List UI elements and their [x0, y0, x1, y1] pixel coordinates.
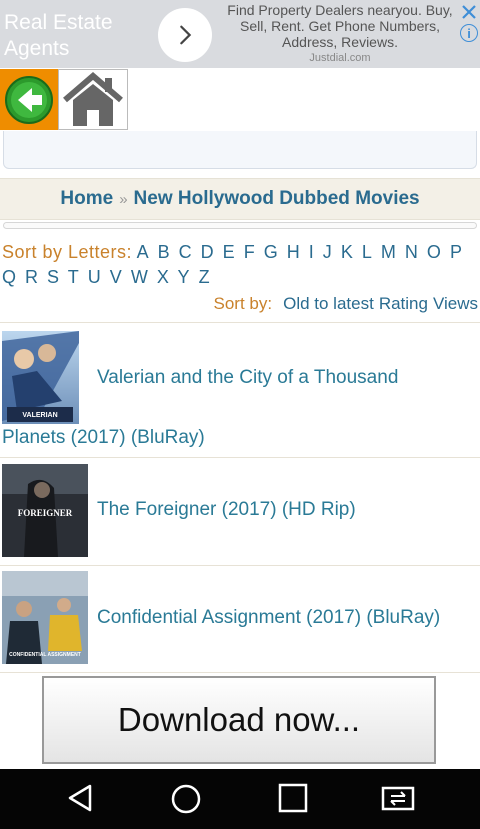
sort-views[interactable]: Views — [433, 294, 478, 313]
letter-link-m[interactable]: M — [381, 242, 397, 262]
home-circle-icon[interactable] — [170, 783, 202, 815]
letter-link-c[interactable]: C — [179, 242, 193, 262]
letter-link-t[interactable]: T — [68, 267, 80, 287]
back-triangle-icon[interactable] — [66, 783, 96, 813]
letter-link-g[interactable]: G — [264, 242, 279, 262]
movie-poster[interactable]: CONFIDENTIAL ASSIGNMENT — [2, 571, 88, 664]
letter-link-s[interactable]: S — [47, 267, 60, 287]
letter-link-y[interactable]: Y — [178, 267, 191, 287]
letter-link-b[interactable]: B — [158, 242, 171, 262]
ad-banner[interactable]: Real Estate Agents Find Property Dealers… — [0, 0, 480, 68]
letter-link-o[interactable]: O — [427, 242, 442, 262]
ad-description-text: Find Property Dealers nearyou. Buy, Sell… — [227, 2, 453, 50]
divider — [0, 457, 480, 458]
letter-link-r[interactable]: R — [25, 267, 39, 287]
letter-link-j[interactable]: J — [323, 242, 333, 262]
letter-link-d[interactable]: D — [201, 242, 215, 262]
poster-image: CONFIDENTIAL ASSIGNMENT — [2, 571, 88, 664]
close-icon[interactable] — [460, 2, 478, 22]
breadcrumb-separator: » — [119, 190, 128, 208]
home-icon — [63, 71, 123, 126]
poster-image: FOREIGNER — [2, 464, 88, 557]
letter-link-f[interactable]: F — [244, 242, 256, 262]
sort-by-letters: Sort by Letters: A B C D E F G H I J K L… — [2, 240, 478, 290]
info-icon[interactable]: i — [460, 24, 478, 42]
breadcrumb-home-link[interactable]: Home — [60, 188, 113, 210]
chevron-right-icon — [180, 25, 192, 45]
switch-window-icon[interactable] — [380, 783, 416, 813]
letter-link-v[interactable]: V — [110, 267, 123, 287]
divider-bar — [3, 222, 477, 229]
back-button[interactable] — [0, 69, 58, 130]
movie-poster[interactable]: VALERIAN — [2, 331, 79, 424]
back-arrow-icon — [5, 75, 53, 124]
poster-title: VALERIAN — [22, 412, 57, 419]
movie-title-link[interactable]: Confidential Assignment (2017) (BluRay) — [97, 606, 475, 630]
letter-link-x[interactable]: X — [157, 267, 170, 287]
poster-image: VALERIAN — [2, 331, 79, 424]
ad-next-button[interactable] — [158, 8, 212, 62]
movie-title-link[interactable]: The Foreigner (2017) (HD Rip) — [97, 498, 472, 522]
letter-link-l[interactable]: L — [362, 242, 373, 262]
letter-link-w[interactable]: W — [131, 267, 149, 287]
recent-apps-icon[interactable] — [278, 783, 308, 813]
sort-by-label: Sort by: — [213, 294, 273, 313]
sort-by-options: Sort by: Old to latest Rating Views — [214, 293, 479, 315]
letter-link-p[interactable]: P — [450, 242, 463, 262]
letter-link-z[interactable]: Z — [199, 267, 211, 287]
android-navigation-bar — [0, 769, 480, 829]
movie-poster[interactable]: FOREIGNER — [2, 464, 88, 557]
sort-old-to-latest[interactable]: Old to latest — [283, 294, 374, 313]
home-button[interactable] — [58, 69, 128, 130]
divider — [0, 322, 480, 323]
content-panel — [3, 131, 477, 169]
letter-link-q[interactable]: Q — [2, 267, 17, 287]
letter-link-h[interactable]: H — [287, 242, 301, 262]
letter-link-n[interactable]: N — [405, 242, 419, 262]
divider — [0, 565, 480, 566]
divider — [0, 672, 480, 673]
breadcrumb-current-link[interactable]: New Hollywood Dubbed Movies — [134, 188, 420, 210]
breadcrumb: Home » New Hollywood Dubbed Movies — [0, 178, 480, 220]
poster-title: FOREIGNER — [18, 508, 73, 518]
ad-title[interactable]: Real Estate Agents — [4, 10, 144, 62]
download-now-button[interactable]: Download now... — [42, 676, 436, 764]
letter-link-e[interactable]: E — [223, 242, 236, 262]
sort-rating[interactable]: Rating — [379, 294, 428, 313]
letter-link-u[interactable]: U — [88, 267, 102, 287]
movie-title-link[interactable]: Valerian and the City of a Thousand — [97, 366, 472, 390]
movie-title-link-continued[interactable]: Planets (2017) (BluRay) — [2, 426, 472, 450]
sort-letters-label: Sort by Letters: — [2, 242, 133, 262]
ad-source: Justdial.com — [309, 52, 371, 64]
ad-description[interactable]: Find Property Dealers nearyou. Buy, Sell… — [222, 2, 458, 66]
poster-title: CONFIDENTIAL ASSIGNMENT — [9, 652, 81, 658]
letter-link-i[interactable]: I — [309, 242, 315, 262]
letter-link-k[interactable]: K — [341, 242, 354, 262]
letter-link-a[interactable]: A — [137, 242, 150, 262]
